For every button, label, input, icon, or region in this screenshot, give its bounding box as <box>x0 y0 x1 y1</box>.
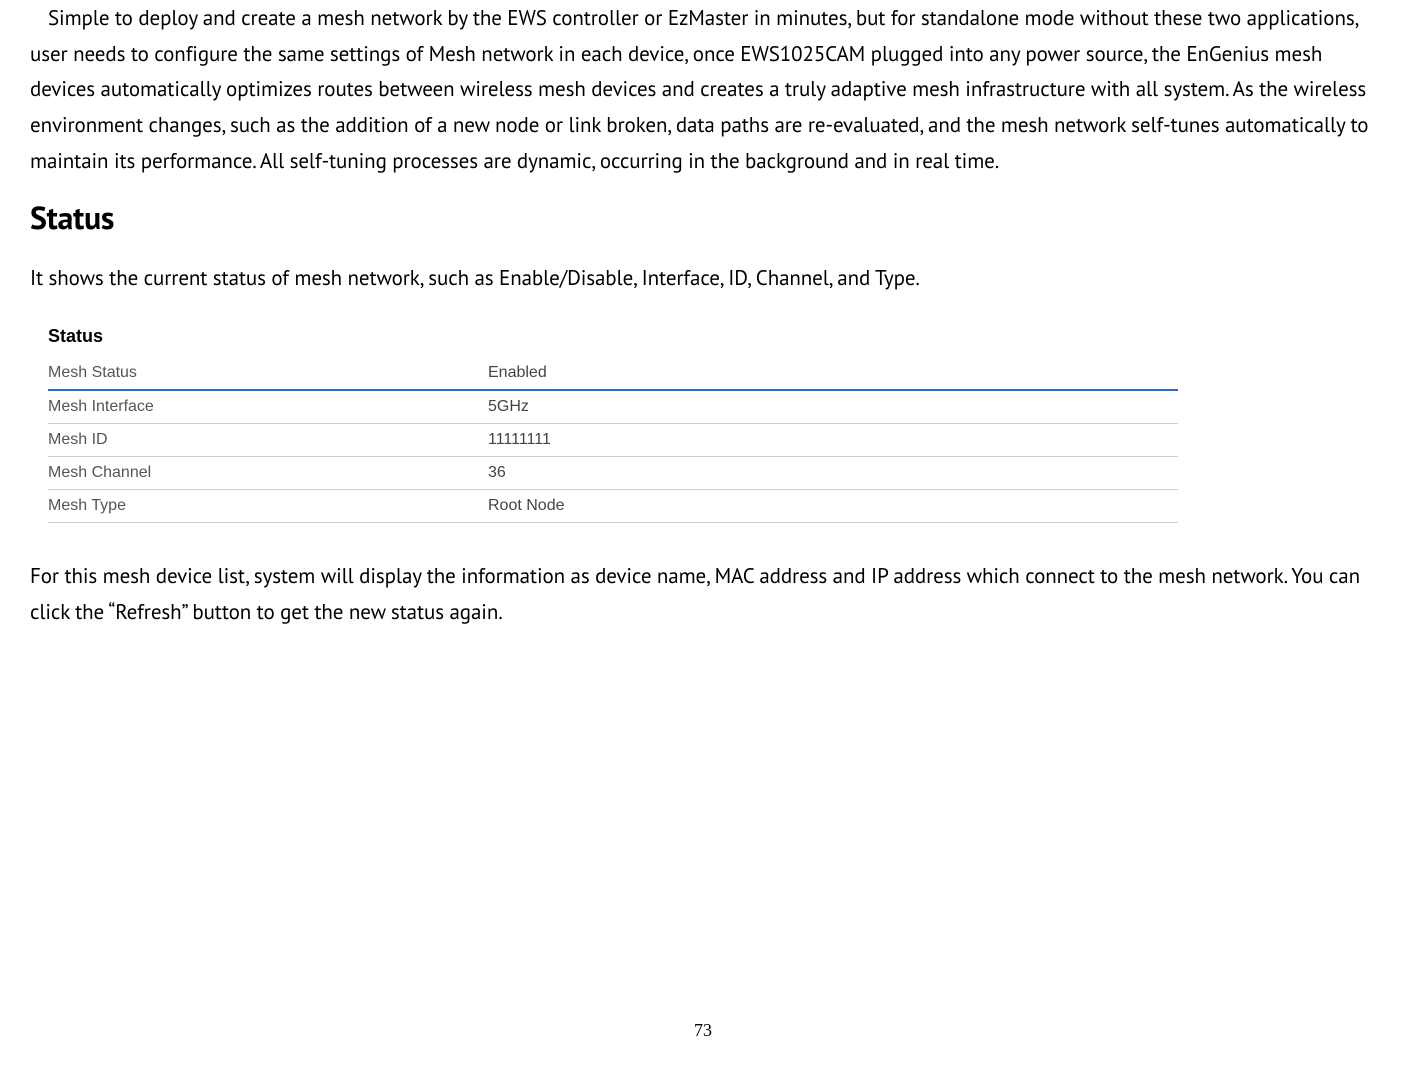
status-key: Mesh Type <box>48 490 488 523</box>
page-number: 73 <box>0 1020 1406 1041</box>
table-row: Mesh ID 11111111 <box>48 424 1178 457</box>
status-value: Root Node <box>488 490 1178 523</box>
intro-paragraph: Simple to deploy and create a mesh netwo… <box>30 0 1376 178</box>
status-table: Mesh Status Enabled Mesh Interface 5GHz … <box>48 357 1178 523</box>
status-table-title: Status <box>30 326 1376 347</box>
status-key: Mesh ID <box>48 424 488 457</box>
status-heading: Status <box>30 196 1376 238</box>
device-list-paragraph: For this mesh device list, system will d… <box>30 558 1376 629</box>
status-value: 11111111 <box>488 424 1178 457</box>
status-value: 36 <box>488 457 1178 490</box>
status-value: 5GHz <box>488 390 1178 424</box>
status-table-container: Status Mesh Status Enabled Mesh Interfac… <box>30 314 1376 523</box>
table-row: Mesh Type Root Node <box>48 490 1178 523</box>
status-value: Enabled <box>488 357 1178 390</box>
status-key: Mesh Interface <box>48 390 488 424</box>
table-row: Mesh Channel 36 <box>48 457 1178 490</box>
table-row: Mesh Status Enabled <box>48 357 1178 390</box>
table-row: Mesh Interface 5GHz <box>48 390 1178 424</box>
status-description: It shows the current status of mesh netw… <box>30 260 1376 296</box>
status-key: Mesh Status <box>48 357 488 390</box>
status-key: Mesh Channel <box>48 457 488 490</box>
